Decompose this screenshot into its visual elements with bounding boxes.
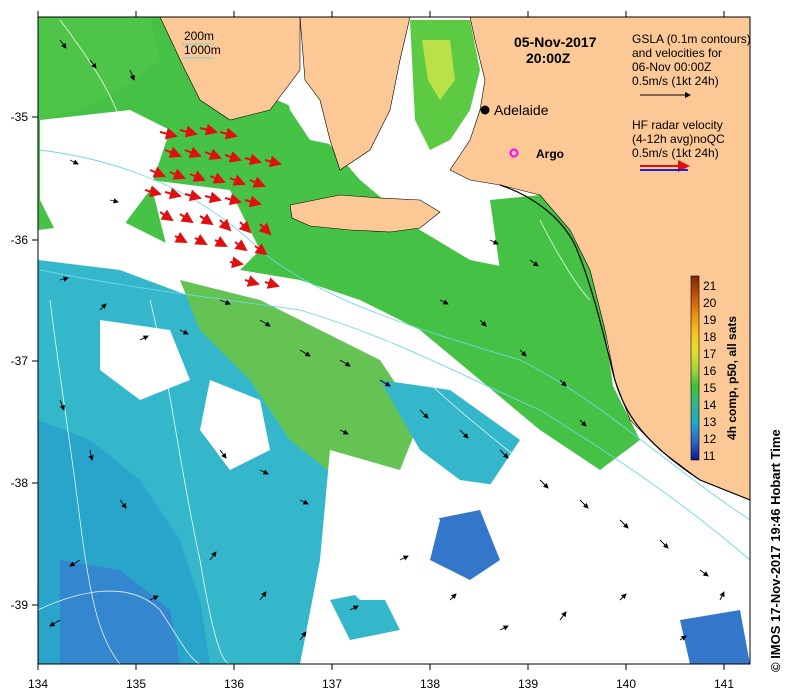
adelaide-label: Adelaide <box>494 102 549 118</box>
gsla-legend-line4: 0.5m/s (1kt 24h) <box>632 74 719 88</box>
colorbar-tick: 11 <box>703 449 716 463</box>
x-tick-label: 138 <box>420 677 440 691</box>
x-tick-label: 134 <box>28 677 48 691</box>
colorbar-tick: 12 <box>703 432 717 446</box>
sst-map-figure: 134 135 136 137 138 139 140 141 -35 -36 … <box>11 11 783 691</box>
colorbar-tick: 19 <box>703 313 717 327</box>
y-tick-label: -38 <box>11 476 29 490</box>
time-label: 20:00Z <box>526 50 571 66</box>
colorbar-gradient <box>690 275 700 461</box>
hf-legend-line3: 0.5m/s (1kt 24h) <box>632 146 719 160</box>
colorbar-tick: 16 <box>703 364 717 378</box>
gsla-legend-line3: 06-Nov 00:00Z <box>632 60 711 74</box>
colorbar-tick: 13 <box>703 415 717 429</box>
plot-area <box>38 17 750 664</box>
argo-label: Argo <box>536 147 564 161</box>
x-tick-label: 140 <box>616 677 636 691</box>
colorbar-tick: 14 <box>703 398 717 412</box>
y-tick-label: -36 <box>11 233 29 247</box>
colorbar-tick: 15 <box>703 381 717 395</box>
x-tick-label: 135 <box>126 677 146 691</box>
adelaide-marker <box>480 105 490 115</box>
gsla-legend-line1: GSLA (0.1m contours) <box>632 32 751 46</box>
y-axis-labels: -35 -36 -37 -38 -39 <box>11 110 29 612</box>
colorbar-tick: 21 <box>703 279 717 293</box>
colorbar-title: 4h comp, p50, all sats <box>725 316 739 440</box>
colorbar-tick: 18 <box>703 330 717 344</box>
colorbar-tick: 20 <box>703 296 717 310</box>
y-tick-label: -39 <box>11 598 29 612</box>
hf-legend-line2: (4-12h avg)noQC <box>632 132 725 146</box>
x-tick-label: 136 <box>224 677 244 691</box>
y-tick-label: -35 <box>11 110 29 124</box>
credit-label: © IMOS 17-Nov-2017 19:46 Hobart Time <box>768 429 783 672</box>
contour-200-label: 200m <box>184 29 214 43</box>
x-tick-label: 137 <box>322 677 342 691</box>
y-tick-label: -37 <box>11 354 29 368</box>
x-axis-labels: 134 135 136 137 138 139 140 141 <box>28 677 734 691</box>
colorbar-tick: 17 <box>703 347 717 361</box>
date-label: 05-Nov-2017 <box>514 34 597 50</box>
gsla-legend-line2: and velocities for <box>632 46 722 60</box>
x-tick-label: 141 <box>714 677 734 691</box>
hf-legend-line1: HF radar velocity <box>632 118 723 132</box>
x-tick-label: 139 <box>518 677 538 691</box>
contour-1000-label: 1000m <box>184 43 221 57</box>
